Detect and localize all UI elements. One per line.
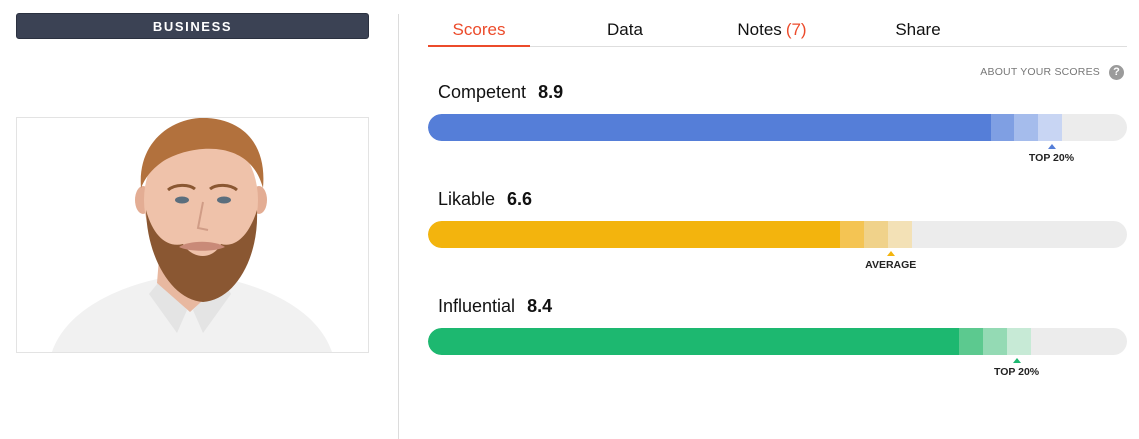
- category-badge: BUSINESS: [16, 13, 369, 39]
- tab-data[interactable]: Data: [574, 14, 676, 45]
- score-value: 8.9: [538, 82, 564, 102]
- help-icon[interactable]: ?: [1109, 64, 1124, 80]
- score-bar-band: [1038, 114, 1063, 141]
- score-bar-band: [864, 221, 889, 248]
- score-heading: Likable 6.6: [438, 189, 532, 213]
- score-bar-band: [983, 328, 1008, 355]
- score-label: Likable: [438, 189, 496, 209]
- score-heading: Influential 8.4: [438, 296, 552, 320]
- benchmark-label: AVERAGE: [865, 259, 917, 271]
- about-scores-label: ABOUT YOUR SCORES: [980, 66, 1100, 78]
- score-bar-track: [428, 221, 1127, 248]
- score-bar-band: [1006, 328, 1032, 355]
- tab-scores[interactable]: Scores: [428, 14, 530, 47]
- person-portrait: [52, 118, 332, 352]
- benchmark-label: TOP 20%: [993, 366, 1040, 378]
- score-bar-band: [990, 114, 1015, 141]
- score-bar-band: [959, 328, 984, 355]
- tab-share-label: Share: [895, 19, 941, 39]
- benchmark-marker-icon: [1047, 144, 1056, 149]
- score-label: Influential: [438, 296, 516, 316]
- column-divider: [398, 14, 399, 439]
- about-your-scores-link[interactable]: ABOUT YOUR SCORES ?: [960, 63, 1124, 81]
- tab-notes[interactable]: Notes (7): [721, 14, 823, 45]
- tab-scores-label: Scores: [452, 19, 506, 39]
- score-likable: Likable 6.6 AVERAGE: [428, 189, 1127, 279]
- score-influential: Influential 8.4 TOP 20%: [428, 296, 1127, 386]
- benchmark-marker-icon: [886, 251, 895, 256]
- tab-notes-label: Notes: [737, 19, 782, 39]
- score-bar-fill: [428, 328, 960, 355]
- score-competent: Competent 8.9 TOP 20%: [428, 82, 1127, 172]
- score-label: Competent: [438, 82, 527, 102]
- score-bar-track: [428, 114, 1127, 141]
- benchmark-label: TOP 20%: [1028, 152, 1075, 164]
- score-tabs: Scores Data Notes (7) Share: [428, 14, 1127, 47]
- score-bar-band: [840, 221, 865, 248]
- score-bar-track: [428, 328, 1127, 355]
- tab-data-label: Data: [607, 19, 643, 39]
- score-bar-band: [1014, 114, 1039, 141]
- score-bar-fill: [428, 114, 991, 141]
- score-value: 8.4: [527, 296, 553, 316]
- notes-count-badge: (7): [785, 19, 807, 39]
- score-bar-fill: [428, 221, 841, 248]
- score-bar-band: [887, 221, 913, 248]
- profile-photo: [16, 117, 369, 353]
- score-heading: Competent 8.9: [438, 82, 563, 106]
- score-value: 6.6: [507, 189, 533, 209]
- left-column: BUSINESS: [0, 0, 398, 439]
- benchmark-marker-icon: [1012, 358, 1021, 363]
- tab-share[interactable]: Share: [867, 14, 969, 45]
